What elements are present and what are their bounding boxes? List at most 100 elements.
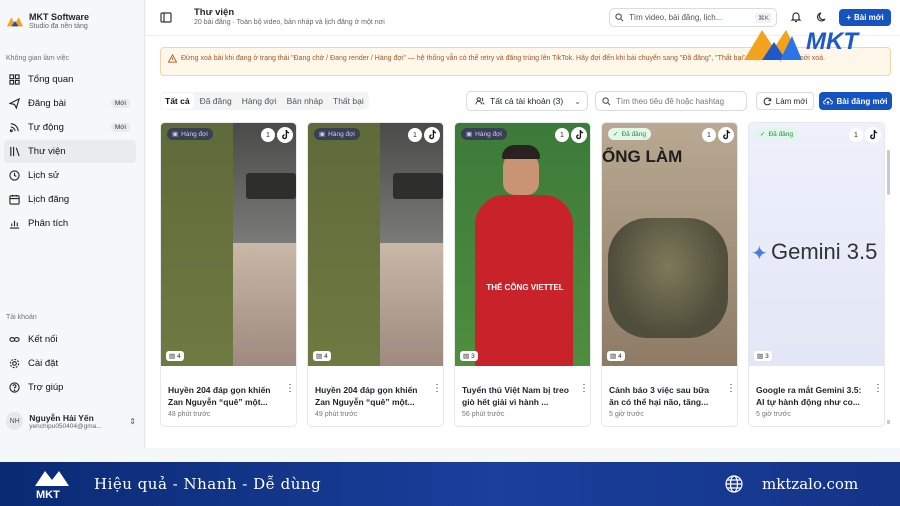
user-email: yenchipu050404@gma... — [29, 422, 102, 430]
tiktok-icon — [571, 127, 587, 143]
send-icon — [8, 98, 20, 110]
sidebar-item-schedule[interactable]: Lịch đăng — [4, 188, 136, 211]
post-card[interactable]: ▣ Hàng đợi 1 ▨ 4 Huyền 204 đáp gọn khiến Z… — [307, 122, 444, 427]
video-thumbnail[interactable] — [308, 123, 443, 366]
user-name: Nguyễn Hải Yến — [29, 412, 94, 423]
chevron-down-icon: ⌄ — [574, 96, 581, 106]
page-subtitle: 20 bài đăng · Toàn bộ video, bản nháp và… — [194, 19, 385, 26]
status-badge: ▣ Hàng đợi — [167, 128, 213, 140]
sidebar-item-analytics[interactable]: Phân tích — [4, 212, 136, 235]
mkt-watermark-logo: MKT — [740, 22, 890, 67]
more-options-icon[interactable]: ⋮ — [873, 384, 883, 394]
warning-icon — [167, 53, 178, 67]
mkt-footer-logo: MKT — [35, 471, 69, 501]
account-nav: Kết nối Cài đặt Trợ giúp — [4, 328, 136, 400]
new-badge: Mới — [110, 123, 130, 132]
post-title: Tuyển thủ Việt Nam bị treo giò hết giải … — [462, 385, 569, 407]
tiktok-icon — [718, 127, 734, 143]
more-options-icon[interactable]: ⋮ — [726, 384, 736, 394]
more-options-icon[interactable]: ⋮ — [579, 384, 589, 394]
post-title: Huyền 204 đáp gọn khiến Zan Nguyễn “quê”… — [168, 385, 271, 407]
sidebar-item-history[interactable]: Lịch sử — [4, 164, 136, 187]
grid-icon — [8, 74, 20, 86]
media-count: ▨ 3 — [754, 351, 772, 361]
plus-icon: + — [846, 13, 851, 22]
post-title: Cảnh báo 3 việc sau bữa ăn có thể hại nã… — [609, 385, 710, 407]
title-filter-input[interactable]: Tìm theo tiêu đề hoặc hashtag — [595, 91, 747, 111]
video-thumbnail[interactable]: ỐNG LÀM — [602, 123, 737, 366]
more-options-icon[interactable]: ⋮ — [432, 384, 442, 394]
post-time: 49 phút trước — [315, 411, 358, 418]
post-card[interactable]: ỐNG LÀM ✓ Đã đăng 1 ▨ 4 Cảnh báo 3 việc sa… — [601, 122, 738, 427]
brand[interactable]: MKT Software Studio đa nền tảng — [6, 12, 89, 30]
video-thumbnail[interactable]: ✦ Gemini 3.5 — [749, 123, 884, 366]
rss-icon — [8, 122, 20, 134]
watermark-text: MKT — [806, 28, 858, 55]
check-circle-icon: ✓ — [760, 131, 766, 138]
video-thumbnail[interactable]: THẾ CÔNG VIETTEL — [455, 123, 590, 366]
search-icon — [602, 96, 611, 105]
account-filter-select[interactable]: Tất cả tài khoản (3) ⌄ — [466, 91, 588, 111]
post-card[interactable]: THẾ CÔNG VIETTEL ▣ Hàng đợi 1 ▨ 3 Tuyển th… — [454, 122, 591, 427]
tab-queue[interactable]: Hàng đợi — [238, 93, 281, 109]
status-tabs: Tất cả Đã đăng Hàng đợi Bản nháp Thất bạ… — [160, 92, 369, 110]
scrollbar[interactable] — [887, 150, 890, 195]
tab-all[interactable]: Tất cả — [161, 93, 194, 109]
status-badge: ✓ Đã đăng — [608, 128, 652, 140]
video-thumbnail[interactable] — [161, 123, 296, 366]
more-options-icon[interactable]: ⋮ — [285, 384, 295, 394]
sidebar-item-help[interactable]: Trợ giúp — [4, 376, 136, 399]
brand-logo-icon — [6, 17, 24, 27]
account-count-badge: 1 — [849, 128, 863, 142]
media-count: ▨ 4 — [607, 351, 625, 361]
sidebar-item-library[interactable]: Thư viện — [4, 140, 136, 163]
filter-placeholder: Tìm theo tiêu đề hoặc hashtag — [616, 96, 725, 106]
sidebar-item-auto[interactable]: Tự động Mới — [4, 116, 136, 139]
thumbnail-caption: Gemini 3.5 — [771, 239, 878, 264]
chart-icon — [8, 218, 20, 230]
refresh-button[interactable]: Làm mới — [756, 92, 814, 110]
thumbnail-caption: ỐNG LÀM — [602, 147, 683, 166]
new-badge: Mới — [110, 99, 130, 108]
sidebar-item-settings[interactable]: Cài đặt — [4, 352, 136, 375]
tiktok-icon — [424, 127, 440, 143]
post-card[interactable]: ▣ Hàng đợi 1 ▨ 4 Huyền 204 đáp gọn khiến Z… — [160, 122, 297, 427]
post-time: 5 giờ trước — [609, 411, 644, 418]
media-count: ▨ 4 — [166, 351, 184, 361]
sidebar-toggle-icon[interactable] — [160, 12, 172, 23]
sidebar-item-label: Trợ giúp — [28, 382, 64, 393]
slogan: Hiệu quả - Nhanh - Dễ dùng — [94, 475, 322, 493]
sidebar-item-label: Lịch sử — [28, 170, 60, 181]
image-icon: ▨ — [757, 353, 764, 360]
image-icon: ▨ — [316, 353, 323, 360]
sidebar-item-label: Tổng quan — [28, 74, 74, 85]
status-badge: ✓ Đã đăng — [755, 128, 799, 140]
post-card[interactable]: ✦ Gemini 3.5 ✓ Đã đăng 1 ▨ 3 Google ra mắt… — [748, 122, 885, 427]
scrollbar-end — [887, 420, 890, 424]
sidebar-item-overview[interactable]: Tổng quan — [4, 68, 136, 91]
account-count-badge: 1 — [702, 128, 716, 142]
image-icon: ▨ — [169, 353, 176, 360]
refresh-label: Làm mới — [775, 96, 808, 106]
workspace-label: Không gian làm việc — [6, 55, 70, 62]
avatar: NH — [6, 412, 24, 430]
sidebar-item-label: Lịch đăng — [28, 194, 70, 205]
queue-icon: ▣ — [319, 131, 326, 138]
shortcut-hint: ⌘K — [755, 12, 772, 23]
account-count-badge: 1 — [408, 128, 422, 142]
image-icon: ▨ — [463, 353, 470, 360]
sidebar-item-post[interactable]: Đăng bài Mới — [4, 92, 136, 115]
new-post-button-secondary[interactable]: Bài đăng mới — [819, 92, 892, 110]
image-icon: ▨ — [610, 353, 617, 360]
user-menu[interactable]: NH Nguyễn Hải Yến yenchipu050404@gma... … — [6, 412, 136, 430]
tab-posted[interactable]: Đã đăng — [196, 93, 236, 109]
media-count: ▨ 3 — [460, 351, 478, 361]
tab-failed[interactable]: Thất bại — [329, 93, 368, 109]
globe-icon — [725, 475, 743, 493]
tab-drafts[interactable]: Bản nháp — [283, 93, 327, 109]
promo-footer: MKT Hiệu quả - Nhanh - Dễ dùng mktzalo.c… — [0, 462, 900, 506]
sidebar-item-label: Phân tích — [28, 218, 69, 229]
website-link[interactable]: mktzalo.com — [762, 475, 858, 493]
post-title: Google ra mắt Gemini 3.5: AI tự hành độn… — [756, 385, 862, 407]
sidebar-item-connect[interactable]: Kết nối — [4, 328, 136, 351]
